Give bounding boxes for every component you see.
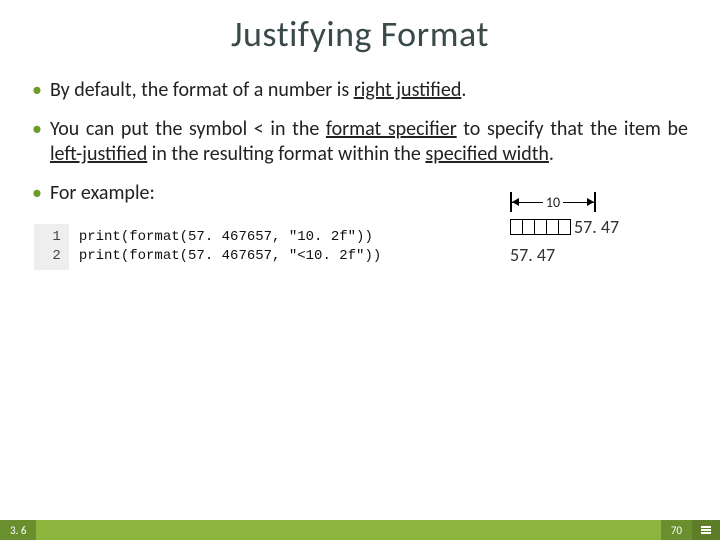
code-lines: print(format(57. 467657, "10. 2f")) prin… (69, 224, 454, 270)
bullet-dot-icon: • (32, 117, 42, 142)
bullet-1: • By default, the format of a number is … (32, 78, 688, 103)
output-value-left: 57. 47 (510, 244, 680, 266)
cell (558, 219, 571, 235)
slide-title: Justifying Format (0, 0, 720, 64)
bullet-2-text: You can put the symbol < in the format s… (50, 117, 688, 167)
bullet-dot-icon: • (32, 181, 42, 206)
right-justified-row: 57. 47 (510, 216, 680, 238)
underline-left-justified: left-justified (50, 142, 147, 166)
arrow-left-icon (512, 198, 519, 206)
content-area: • By default, the format of a number is … (0, 64, 720, 206)
bullet-dot-icon: • (32, 78, 42, 103)
text-fragment: . (549, 142, 554, 166)
slide: Justifying Format • By default, the form… (0, 0, 720, 540)
width-label: 10 (543, 194, 563, 211)
example-row: 1 2 print(format(57. 467657, "10. 2f")) … (0, 220, 720, 270)
output-value-right: 57. 47 (574, 216, 619, 238)
text-fragment: to specify that the item be (457, 117, 688, 141)
underline-format-specifier: format specifier (326, 117, 457, 141)
underline-right-justified: right justified (354, 78, 462, 102)
width-bar: 10 (510, 192, 596, 212)
text-fragment: By default, the format of a number is (50, 78, 354, 102)
footer-bar: 3. 6 70 (0, 520, 720, 540)
bullet-1-text: By default, the format of a number is ri… (50, 78, 688, 103)
code-gutter: 1 2 (34, 224, 69, 270)
output-diagram: 10 57. 47 57. 47 (510, 190, 680, 266)
arrow-right-icon (587, 198, 594, 206)
menu-icon[interactable] (692, 520, 720, 540)
page-number: 70 (661, 520, 692, 540)
text-fragment: You can put the symbol < in the (50, 117, 326, 141)
section-number: 3. 6 (0, 520, 36, 540)
code-block: 1 2 print(format(57. 467657, "10. 2f")) … (34, 224, 454, 270)
width-indicator: 10 (510, 190, 680, 214)
padding-cells (510, 219, 570, 235)
underline-specified-width: specified width (425, 142, 549, 166)
text-fragment: in the resulting format within the (147, 142, 425, 166)
text-fragment: . (461, 78, 466, 102)
footer-spacer (36, 520, 660, 540)
bullet-2: • You can put the symbol < in the format… (32, 117, 688, 167)
